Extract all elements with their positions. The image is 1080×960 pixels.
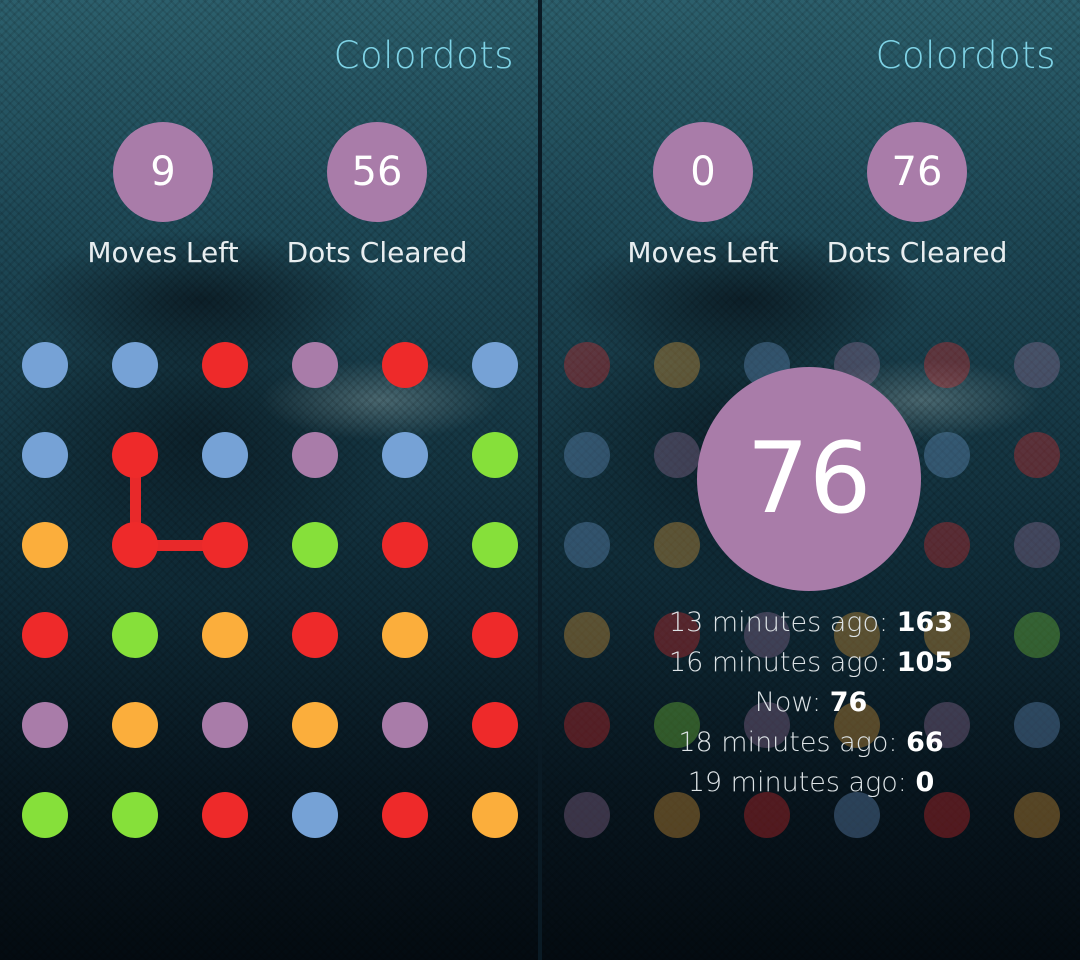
red-dot	[924, 522, 970, 568]
blue-dot	[564, 522, 610, 568]
game-screen-over: Colordots 0 Moves Left 76 Dots Cleared 7…	[542, 0, 1080, 960]
purple-dot	[1014, 522, 1060, 568]
orange-dot[interactable]	[472, 792, 518, 838]
red-dot[interactable]	[202, 522, 248, 568]
moves-left-label: Moves Left	[87, 236, 239, 269]
purple-dot[interactable]	[292, 432, 338, 478]
blue-dot[interactable]	[22, 342, 68, 388]
red-dot	[924, 342, 970, 388]
green-dot[interactable]	[112, 792, 158, 838]
red-dot[interactable]	[112, 522, 158, 568]
dots-cleared-label: Dots Cleared	[826, 236, 1008, 269]
green-dot[interactable]	[292, 522, 338, 568]
blue-dot[interactable]	[292, 792, 338, 838]
orange-dot[interactable]	[22, 522, 68, 568]
red-dot[interactable]	[22, 612, 68, 658]
red-dot[interactable]	[382, 522, 428, 568]
dots-cleared-badge: 76	[867, 122, 967, 222]
purple-dot[interactable]	[22, 702, 68, 748]
blue-dot[interactable]	[22, 432, 68, 478]
dots-cleared-label: Dots Cleared	[286, 236, 468, 269]
app-title: Colordots	[875, 34, 1056, 77]
green-dot[interactable]	[112, 612, 158, 658]
orange-dot[interactable]	[112, 702, 158, 748]
game-screen-playing: Colordots 9 Moves Left 56 Dots Cleared	[0, 0, 538, 960]
red-dot[interactable]	[472, 612, 518, 658]
moves-left-badge: 9	[113, 122, 213, 222]
score-history: 13 minutes ago: 163 16 minutes ago: 105 …	[542, 603, 1080, 803]
orange-dot[interactable]	[382, 612, 428, 658]
history-row: 13 minutes ago: 163	[668, 607, 954, 638]
red-dot	[564, 342, 610, 388]
red-dot	[1014, 432, 1060, 478]
blue-dot[interactable]	[112, 342, 158, 388]
blue-dot	[924, 432, 970, 478]
green-dot[interactable]	[472, 432, 518, 478]
red-dot[interactable]	[382, 792, 428, 838]
green-dot[interactable]	[22, 792, 68, 838]
orange-dot	[654, 522, 700, 568]
blue-dot[interactable]	[202, 432, 248, 478]
red-dot[interactable]	[202, 342, 248, 388]
moves-left-badge: 0	[653, 122, 753, 222]
red-dot[interactable]	[472, 702, 518, 748]
app-title: Colordots	[333, 34, 514, 77]
purple-dot[interactable]	[382, 702, 428, 748]
orange-dot	[654, 342, 700, 388]
purple-dot	[654, 432, 700, 478]
purple-dot[interactable]	[292, 342, 338, 388]
orange-dot[interactable]	[292, 702, 338, 748]
moves-left-label: Moves Left	[627, 236, 779, 269]
green-dot[interactable]	[472, 522, 518, 568]
history-row: Now: 76	[754, 687, 868, 718]
purple-dot	[1014, 342, 1060, 388]
blue-dot[interactable]	[382, 432, 428, 478]
blue-dot	[564, 432, 610, 478]
red-dot[interactable]	[112, 432, 158, 478]
red-dot[interactable]	[202, 792, 248, 838]
dots-cleared-badge: 56	[327, 122, 427, 222]
orange-dot[interactable]	[202, 612, 248, 658]
history-row: 18 minutes ago: 66	[678, 727, 944, 758]
history-row: 16 minutes ago: 105	[668, 647, 954, 678]
final-score-badge: 76	[697, 367, 921, 591]
blue-dot[interactable]	[472, 342, 518, 388]
history-row: 19 minutes ago: 0	[687, 767, 935, 798]
red-dot[interactable]	[292, 612, 338, 658]
red-dot[interactable]	[382, 342, 428, 388]
purple-dot[interactable]	[202, 702, 248, 748]
